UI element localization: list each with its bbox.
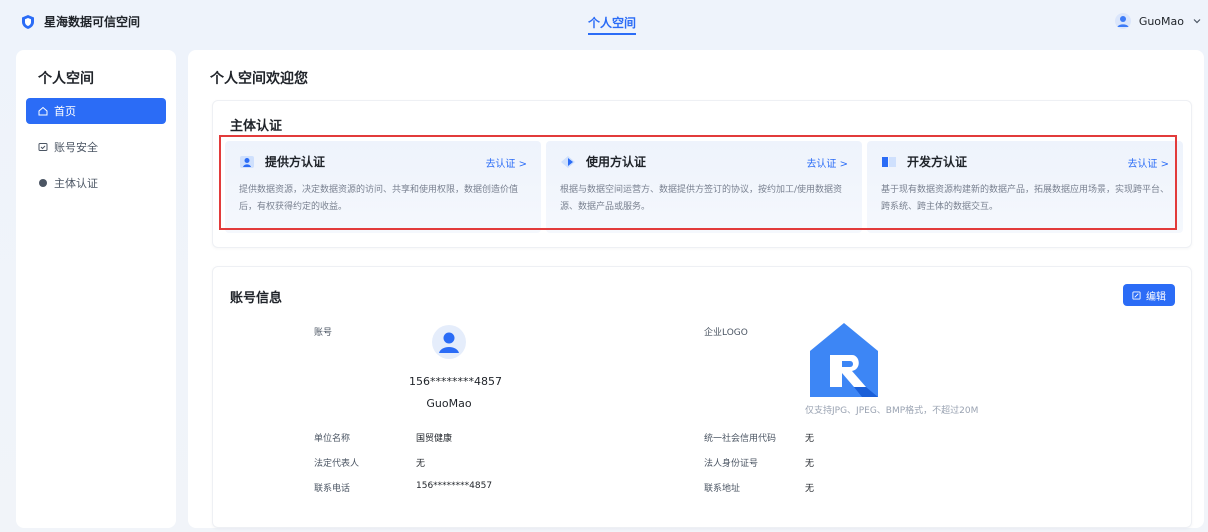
logo-label: 企业LOGO bbox=[704, 328, 748, 338]
main-content: 个人空间欢迎您 主体认证 提供方认证 去认证 > 提供数据资源，决定数据资源的访… bbox=[188, 50, 1204, 528]
brand[interactable]: 星海数据可信空间 bbox=[20, 13, 140, 30]
company-logo[interactable] bbox=[810, 323, 878, 397]
auth-section-title: 主体认证 bbox=[230, 119, 283, 134]
sidebar-item-account-security[interactable]: 账号安全 bbox=[26, 134, 166, 160]
developer-auth-tile[interactable]: 开发方认证 去认证 > 基于现有数据资源构建新的数据产品，拓展数据应用场景，实现… bbox=[867, 141, 1183, 233]
field-value: 无 bbox=[805, 434, 815, 444]
field-label: 法定代表人 bbox=[314, 459, 360, 469]
sidebar-item-entity-auth[interactable]: 主体认证 bbox=[26, 170, 166, 196]
field-value: 无 bbox=[416, 459, 426, 469]
tile-description: 提供数据资源，决定数据资源的访问、共享和使用权限，数据创造价值后，有权获得约定的… bbox=[239, 185, 519, 212]
user-icon bbox=[561, 155, 575, 168]
nav-personal-space[interactable]: 个人空间 bbox=[588, 14, 637, 35]
dot-icon bbox=[39, 179, 47, 187]
shield-logo-icon bbox=[22, 14, 34, 29]
developer-icon bbox=[882, 156, 896, 167]
edit-button[interactable]: 编辑 bbox=[1123, 284, 1175, 306]
chevron-down-icon[interactable] bbox=[1192, 16, 1202, 26]
field-label: 法人身份证号 bbox=[704, 459, 759, 469]
user-menu[interactable]: GuoMao bbox=[1114, 13, 1202, 29]
logo-hint: 仅支持JPG、JPEG、BMP格式，不超过20M bbox=[805, 406, 979, 416]
sidebar-item-home[interactable]: 首页 bbox=[26, 98, 166, 124]
field-label: 联系地址 bbox=[704, 484, 741, 494]
phone-masked: 156********4857 bbox=[409, 375, 502, 388]
tile-description: 基于现有数据资源构建新的数据产品，拓展数据应用场景，实现跨平台、跨系统、跨主体的… bbox=[881, 185, 1170, 212]
consumer-auth-tile[interactable]: 使用方认证 去认证 > 根据与数据空间运营方、数据提供方签订的协议，按约加工/使… bbox=[546, 141, 862, 233]
username: GuoMao bbox=[426, 397, 472, 410]
go-auth-link[interactable]: 去认证 > bbox=[485, 155, 527, 170]
auth-tiles: 提供方认证 去认证 > 提供数据资源，决定数据资源的访问、共享和使用权限，数据创… bbox=[225, 141, 1183, 233]
provider-auth-tile[interactable]: 提供方认证 去认证 > 提供数据资源，决定数据资源的访问、共享和使用权限，数据创… bbox=[225, 141, 541, 233]
sidebar-title: 个人空间 bbox=[38, 71, 94, 87]
field-label: 单位名称 bbox=[314, 434, 351, 444]
auth-card: 主体认证 提供方认证 去认证 > 提供数据资源，决定数据资源的访问、共享和使用权… bbox=[212, 100, 1192, 248]
user-name: GuoMao bbox=[1138, 14, 1184, 28]
sidebar-item-label: 账号安全 bbox=[54, 141, 98, 154]
field-value: 无 bbox=[805, 484, 815, 494]
field-value: 国贸健康 bbox=[416, 434, 453, 444]
field-value: 156********4857 bbox=[416, 481, 493, 491]
go-auth-link[interactable]: 去认证 > bbox=[806, 155, 848, 170]
provider-icon bbox=[240, 155, 254, 168]
app-name: 星海数据可信空间 bbox=[44, 15, 141, 29]
field-value: 无 bbox=[805, 459, 815, 469]
tile-title: 使用方认证 bbox=[586, 155, 647, 169]
field-label: 统一社会信用代码 bbox=[704, 434, 777, 444]
avatar[interactable] bbox=[432, 325, 466, 359]
home-icon bbox=[38, 106, 48, 116]
tile-description: 根据与数据空间运营方、数据提供方签订的协议，按约加工/使用数据资源、数据产品或服… bbox=[560, 185, 843, 212]
edit-icon bbox=[1132, 290, 1141, 300]
avatar-icon bbox=[1114, 13, 1131, 29]
page-title: 个人空间欢迎您 bbox=[210, 71, 308, 87]
tile-title: 提供方认证 bbox=[265, 155, 326, 169]
account-section-title: 账号信息 bbox=[230, 291, 283, 306]
account-info-card: 账号信息 编辑 账号 156********4857 GuoMao 企业LOGO… bbox=[212, 266, 1192, 528]
top-bar: 星海数据可信空间 个人空间 GuoMao bbox=[0, 0, 1208, 44]
sidebar-item-label: 主体认证 bbox=[54, 177, 98, 190]
tile-title: 开发方认证 bbox=[907, 155, 968, 169]
field-label: 联系电话 bbox=[314, 484, 351, 494]
account-label: 账号 bbox=[314, 328, 333, 338]
go-auth-link[interactable]: 去认证 > bbox=[1127, 155, 1169, 170]
sidebar: 个人空间 首页 账号安全 主体认证 bbox=[16, 50, 176, 528]
sidebar-item-label: 首页 bbox=[54, 105, 76, 118]
edit-label: 编辑 bbox=[1146, 291, 1166, 303]
shield-icon bbox=[38, 143, 48, 151]
